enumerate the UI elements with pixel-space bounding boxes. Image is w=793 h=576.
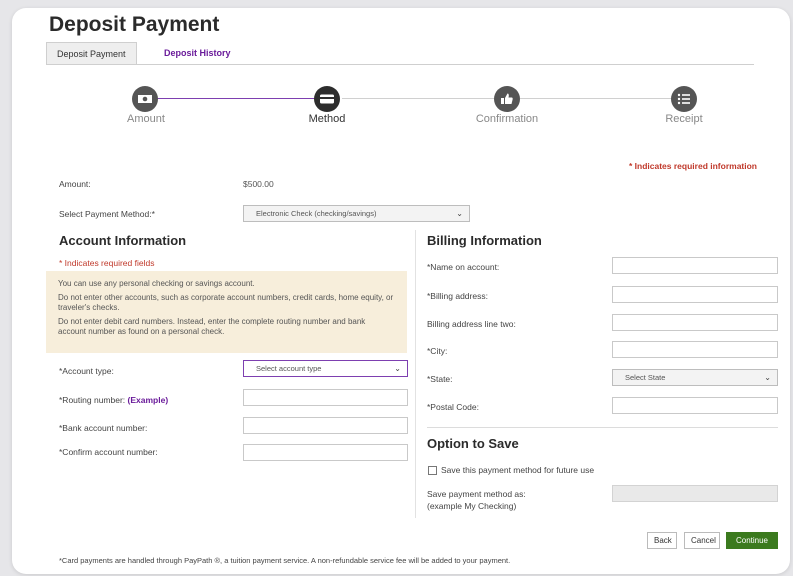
back-button[interactable]: Back — [647, 532, 677, 549]
list-icon — [671, 86, 697, 112]
city-input[interactable] — [612, 341, 778, 358]
account-info-box: You can use any personal checking or sav… — [46, 271, 407, 353]
confirm-account-input[interactable] — [243, 444, 408, 461]
postal-code-input[interactable] — [612, 397, 778, 414]
column-divider — [415, 230, 416, 518]
step-label-receipt: Receipt — [665, 113, 703, 125]
thumbs-up-icon — [494, 86, 520, 112]
bank-account-label: *Bank account number: — [59, 423, 148, 433]
payment-method-value: Electronic Check (checking/savings) — [256, 209, 377, 218]
tab-bar: Deposit Payment Deposit History — [46, 42, 754, 65]
step-label-method: Method — [308, 113, 346, 125]
routing-number-input[interactable] — [243, 389, 408, 406]
chevron-down-icon: ⌄ — [456, 209, 463, 218]
info-line: You can use any personal checking or sav… — [58, 279, 255, 288]
step-label-amount: Amount — [127, 113, 165, 125]
postal-code-label: *Postal Code: — [427, 402, 479, 412]
payment-method-label: Select Payment Method:* — [59, 209, 155, 219]
billing-address-2-input[interactable] — [612, 314, 778, 331]
continue-button[interactable]: Continue — [726, 532, 778, 549]
amount-label: Amount: — [59, 179, 91, 189]
amount-value: $500.00 — [243, 179, 274, 189]
routing-label-text: *Routing number: — [59, 395, 126, 405]
save-method-checkbox-label: Save this payment method for future use — [441, 465, 595, 475]
city-label: *City: — [427, 346, 448, 356]
tab-deposit-payment[interactable]: Deposit Payment — [46, 42, 137, 64]
state-select[interactable]: Select State ⌄ — [612, 369, 778, 386]
tab-deposit-history[interactable]: Deposit History — [154, 42, 241, 64]
chevron-down-icon: ⌄ — [764, 373, 771, 382]
routing-label: *Routing number: (Example) — [59, 395, 168, 405]
bank-account-input[interactable] — [243, 417, 408, 434]
name-on-account-input[interactable] — [612, 257, 778, 274]
account-type-label: *Account type: — [59, 366, 114, 376]
step-label-confirmation: Confirmation — [475, 113, 539, 125]
info-line: Do not enter debit card numbers. Instead… — [58, 316, 366, 337]
step-connector-3 — [520, 98, 673, 99]
cancel-button[interactable]: Cancel — [684, 532, 720, 549]
account-info-heading: Account Information — [59, 233, 187, 248]
billing-address-input[interactable] — [612, 286, 778, 303]
save-as-hint: (example My Checking) — [427, 501, 517, 511]
info-line: Do not enter other accounts, such as cor… — [58, 292, 394, 313]
state-placeholder: Select State — [625, 373, 666, 382]
option-to-save-heading: Option to Save — [427, 436, 519, 451]
billing-address-label: *Billing address: — [427, 291, 488, 301]
card-icon — [314, 86, 340, 112]
save-method-checkbox[interactable] — [428, 466, 437, 475]
step-connector-1 — [152, 98, 316, 99]
account-type-placeholder: Select account type — [256, 364, 322, 373]
payment-method-select[interactable]: Electronic Check (checking/savings) ⌄ — [243, 205, 470, 222]
step-connector-2 — [342, 98, 494, 99]
state-label: *State: — [427, 374, 453, 384]
money-icon — [132, 86, 158, 112]
account-type-select[interactable]: Select account type ⌄ — [243, 360, 408, 377]
confirm-account-label: *Confirm account number: — [59, 447, 158, 457]
page-title: Deposit Payment — [49, 13, 220, 36]
save-as-input[interactable] — [612, 485, 778, 502]
chevron-down-icon: ⌄ — [394, 364, 401, 373]
required-info-note: * Indicates required information — [629, 161, 757, 171]
billing-address-2-label: Billing address line two: — [427, 319, 516, 329]
name-on-account-label: *Name on account: — [427, 262, 500, 272]
required-fields-note: * Indicates required fields — [59, 258, 155, 268]
section-divider — [427, 427, 778, 428]
routing-example-link[interactable]: (Example) — [128, 395, 169, 405]
save-as-label: Save payment method as: — [427, 489, 526, 499]
footer-note: *Card payments are handled through PayPa… — [59, 556, 511, 565]
billing-info-heading: Billing Information — [427, 233, 542, 248]
